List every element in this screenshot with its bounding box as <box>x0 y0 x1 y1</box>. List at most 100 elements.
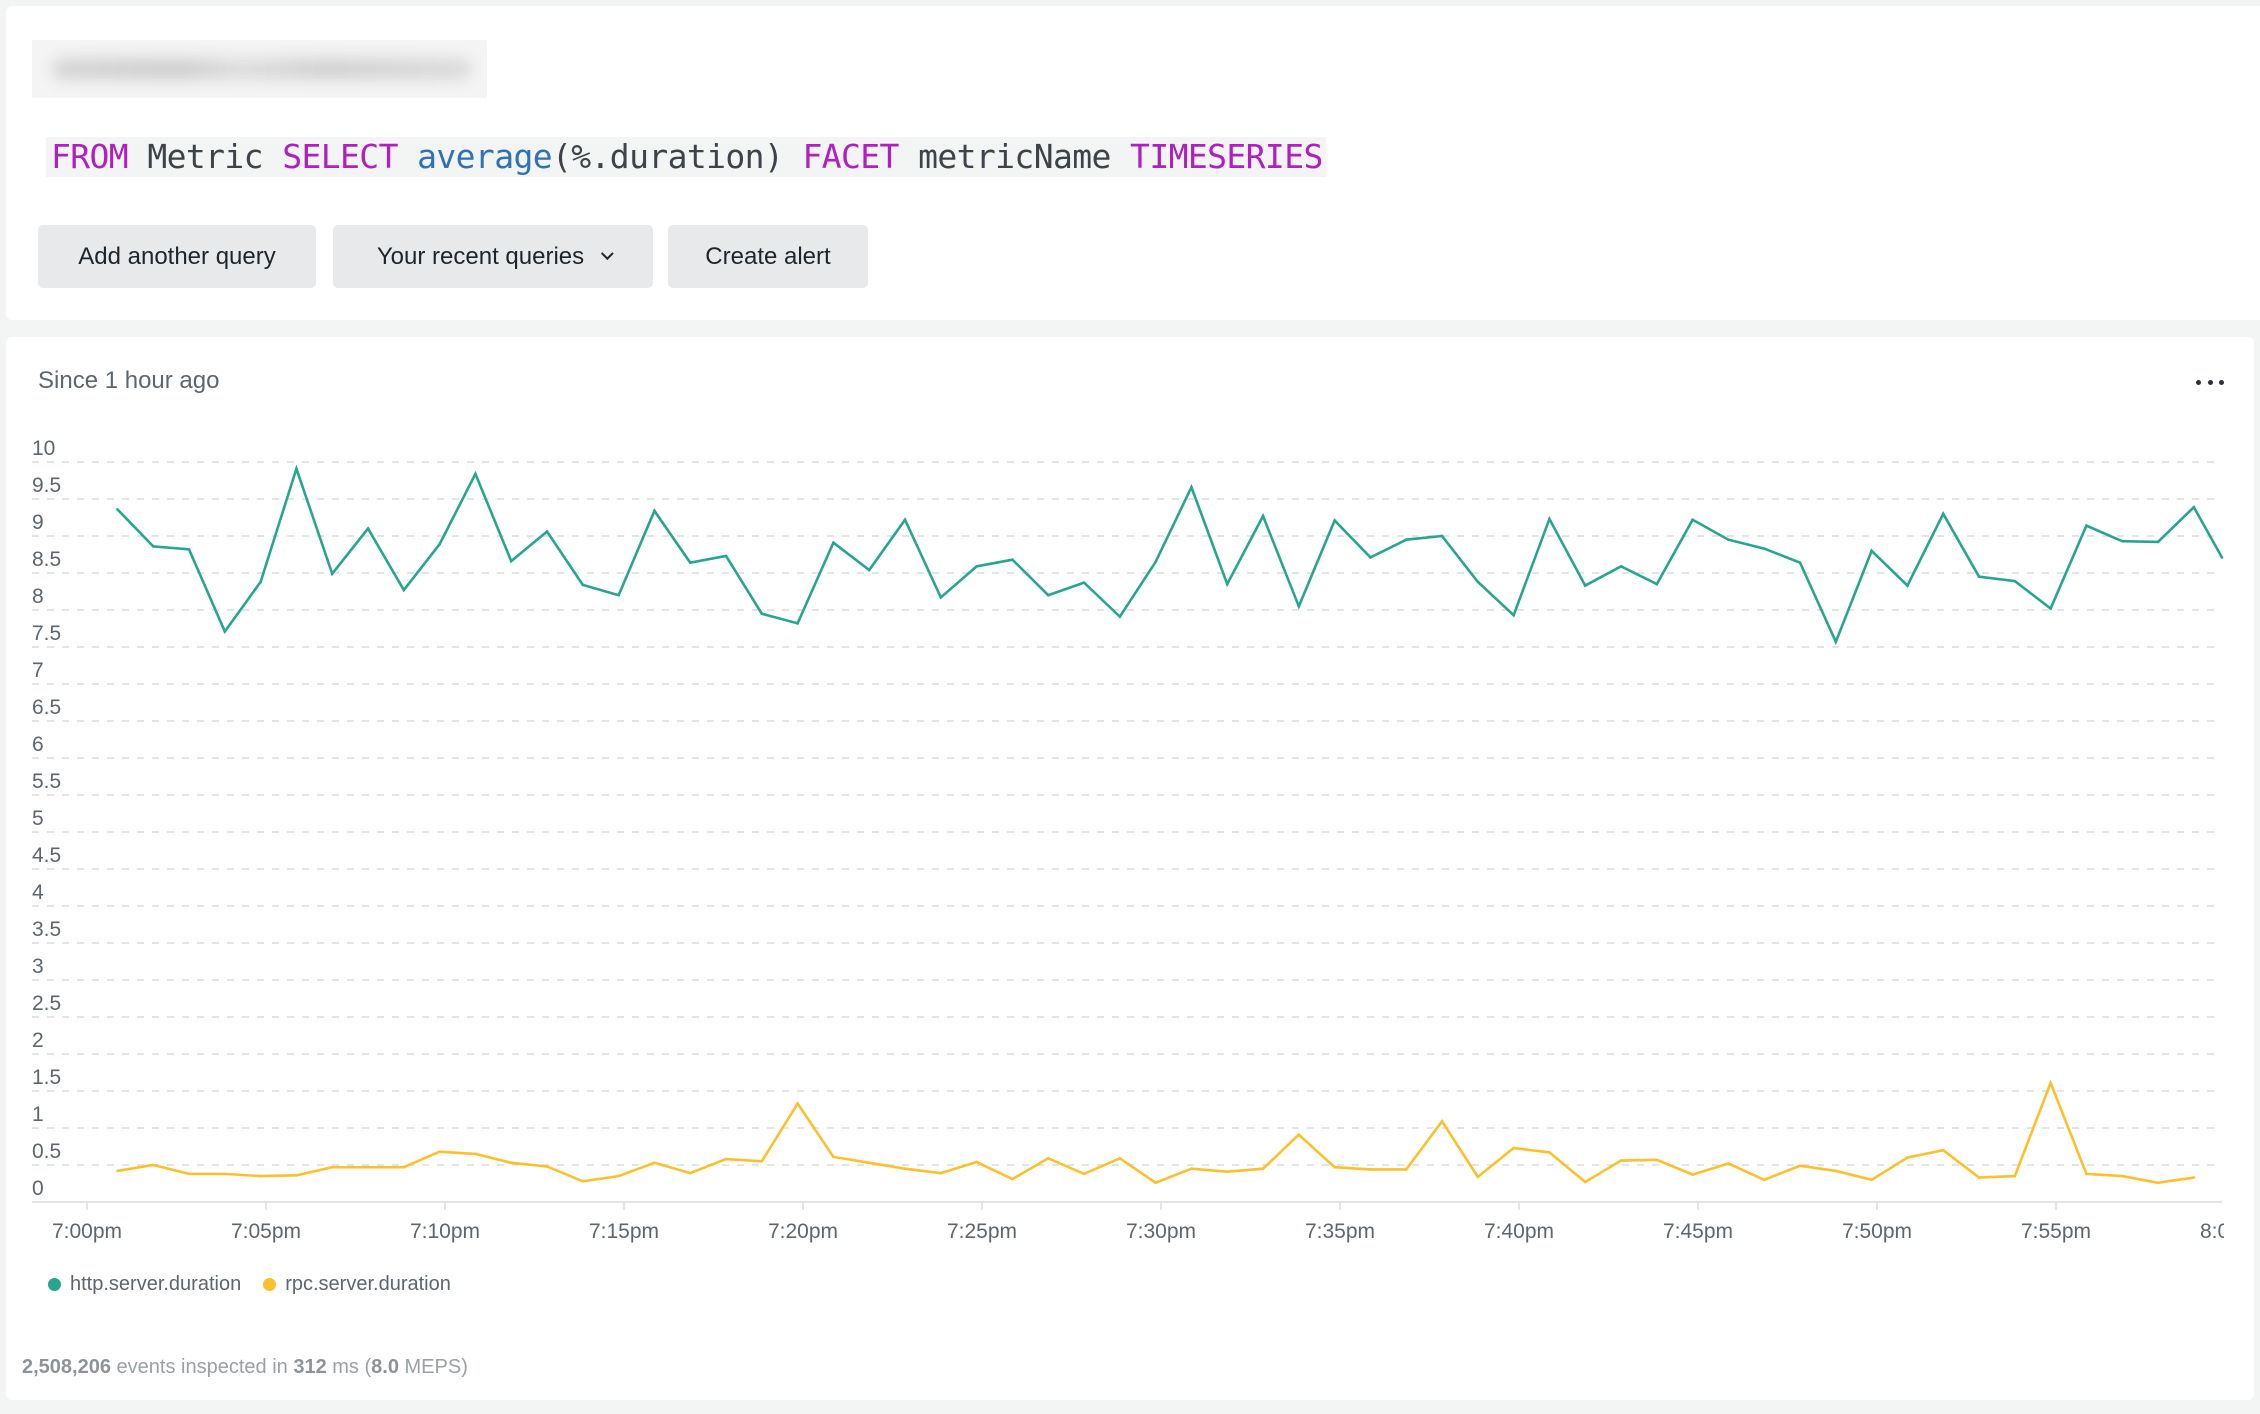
data-point <box>688 561 692 564</box>
data-point <box>1548 517 1551 521</box>
data-point <box>1762 1178 1766 1182</box>
data-point <box>939 596 943 599</box>
query-token-plain: metricName <box>898 137 1131 176</box>
data-point <box>1727 1162 1730 1165</box>
data-point <box>581 583 585 587</box>
data-point <box>1798 1164 1802 1168</box>
series-line-rpc-server-duration <box>117 1079 2195 1185</box>
data-point <box>617 1174 620 1178</box>
data-point <box>2049 607 2052 610</box>
x-tick-label: 8:00pm <box>2200 1220 2254 1243</box>
legend-swatch-icon <box>48 1278 61 1291</box>
data-point <box>688 1171 692 1175</box>
chevron-down-icon <box>601 247 614 261</box>
data-point <box>653 509 656 513</box>
query-token-keyword: SELECT <box>282 137 398 176</box>
data-point <box>975 1160 978 1164</box>
data-point <box>867 1161 871 1165</box>
legend-item-http-server-duration[interactable]: http.server.duration <box>48 1273 241 1296</box>
events-rate: 8.0 <box>371 1356 399 1378</box>
chart-legend: http.server.duration rpc.server.duration <box>48 1273 473 1296</box>
x-tick-label: 7:05pm <box>231 1220 301 1243</box>
data-point <box>116 508 119 511</box>
data-point <box>1655 582 1659 586</box>
data-point <box>1333 519 1336 522</box>
create-alert-button[interactable]: Create alert <box>668 225 868 288</box>
x-axis: 7:00pm 7:05pm 7:10pm 7:15pm 7:20pm 7:25pm 7:30… <box>32 1201 2254 1243</box>
data-point <box>903 518 907 522</box>
data-point <box>1941 1148 1945 1152</box>
data-point <box>223 630 227 633</box>
query-duration: 312 <box>293 1356 327 1378</box>
query-card: FROM Metric SELECT average(%.duration) F… <box>6 6 2260 320</box>
data-point <box>1261 514 1265 518</box>
x-tick-label: 7:10pm <box>410 1220 480 1243</box>
y-tick-label: 2 <box>32 1029 44 1052</box>
y-tick-label: 6 <box>32 733 44 756</box>
data-point <box>1906 1156 1909 1159</box>
data-point <box>760 1160 764 1163</box>
data-point <box>903 1167 907 1170</box>
data-point <box>1870 549 1873 553</box>
data-point <box>1369 1168 1372 1171</box>
recent-queries-dropdown[interactable]: Your recent queries <box>333 225 653 288</box>
data-point <box>1691 1173 1694 1176</box>
x-tick-label: 7:40pm <box>1484 1220 1554 1243</box>
chart-card: Since 1 hour ago 0 0.5 1 1.5 2 2.5 3 3.5 4 4.5 5 5.… <box>6 337 2254 1400</box>
data-point <box>1870 1178 1873 1182</box>
timeseries-chart[interactable]: 0 0.5 1 1.5 2 2.5 3 3.5 4 4.5 5 5.5 6 6.5 7 7.5 8 8.5 9 9.5… <box>6 337 2254 1287</box>
x-tick-label: 7:35pm <box>1305 1220 1375 1243</box>
x-tick-label: 7:50pm <box>1842 1220 1912 1243</box>
data-point <box>1476 580 1480 584</box>
data-point <box>939 1171 943 1175</box>
data-point <box>1225 582 1229 586</box>
data-point <box>438 1150 441 1153</box>
data-point <box>2049 1081 2052 1085</box>
nrql-query-editor[interactable]: FROM Metric SELECT average(%.duration) F… <box>46 137 1326 177</box>
data-point <box>1619 1159 1623 1162</box>
y-tick-label: 8 <box>32 585 44 608</box>
data-point <box>545 530 549 533</box>
data-point <box>1261 1167 1265 1170</box>
y-tick-label: 9 <box>32 511 44 534</box>
data-point <box>1941 512 1945 516</box>
recent-queries-label: Your recent queries <box>376 242 585 270</box>
legend-swatch-icon <box>263 1278 277 1291</box>
create-alert-label: Create alert <box>705 242 831 270</box>
data-point <box>151 1163 155 1167</box>
y-tick-label: 7 <box>32 659 44 682</box>
data-point <box>366 1165 370 1169</box>
add-another-query-button[interactable]: Add another query <box>38 225 316 288</box>
x-tick-label: 7:20pm <box>768 1220 838 1243</box>
events-count: 2,508,206 <box>22 1356 111 1378</box>
data-point <box>438 542 441 546</box>
y-tick-label: 8.5 <box>32 548 61 571</box>
data-point <box>2085 1172 2088 1176</box>
data-point <box>1906 584 1909 587</box>
data-point <box>187 1172 191 1176</box>
x-tick-label: 7:00pm <box>52 1220 122 1243</box>
legend-item-rpc-server-duration[interactable]: rpc.server.duration <box>263 1273 451 1296</box>
y-tick-label: 10 <box>32 437 55 460</box>
data-point <box>366 527 370 530</box>
y-tick-label: 3.5 <box>32 918 61 941</box>
data-point <box>2220 556 2224 559</box>
data-point <box>1154 560 1157 564</box>
data-point <box>2013 1174 2017 1178</box>
data-point <box>2013 579 2017 583</box>
data-point <box>1583 1180 1587 1184</box>
legend-label: http.server.duration <box>70 1273 242 1295</box>
data-point <box>1046 593 1050 597</box>
data-point <box>1154 1181 1157 1185</box>
data-point <box>1655 1158 1659 1162</box>
x-tick-label: 7:25pm <box>947 1220 1017 1243</box>
data-point <box>1297 605 1301 608</box>
data-point <box>474 472 477 476</box>
data-point <box>2192 505 2196 509</box>
data-point <box>295 1174 298 1177</box>
data-point <box>1691 518 1694 522</box>
data-point <box>1762 547 1766 550</box>
query-token-function: average <box>417 137 552 176</box>
data-point <box>832 1155 835 1159</box>
query-token-plain <box>398 137 417 176</box>
